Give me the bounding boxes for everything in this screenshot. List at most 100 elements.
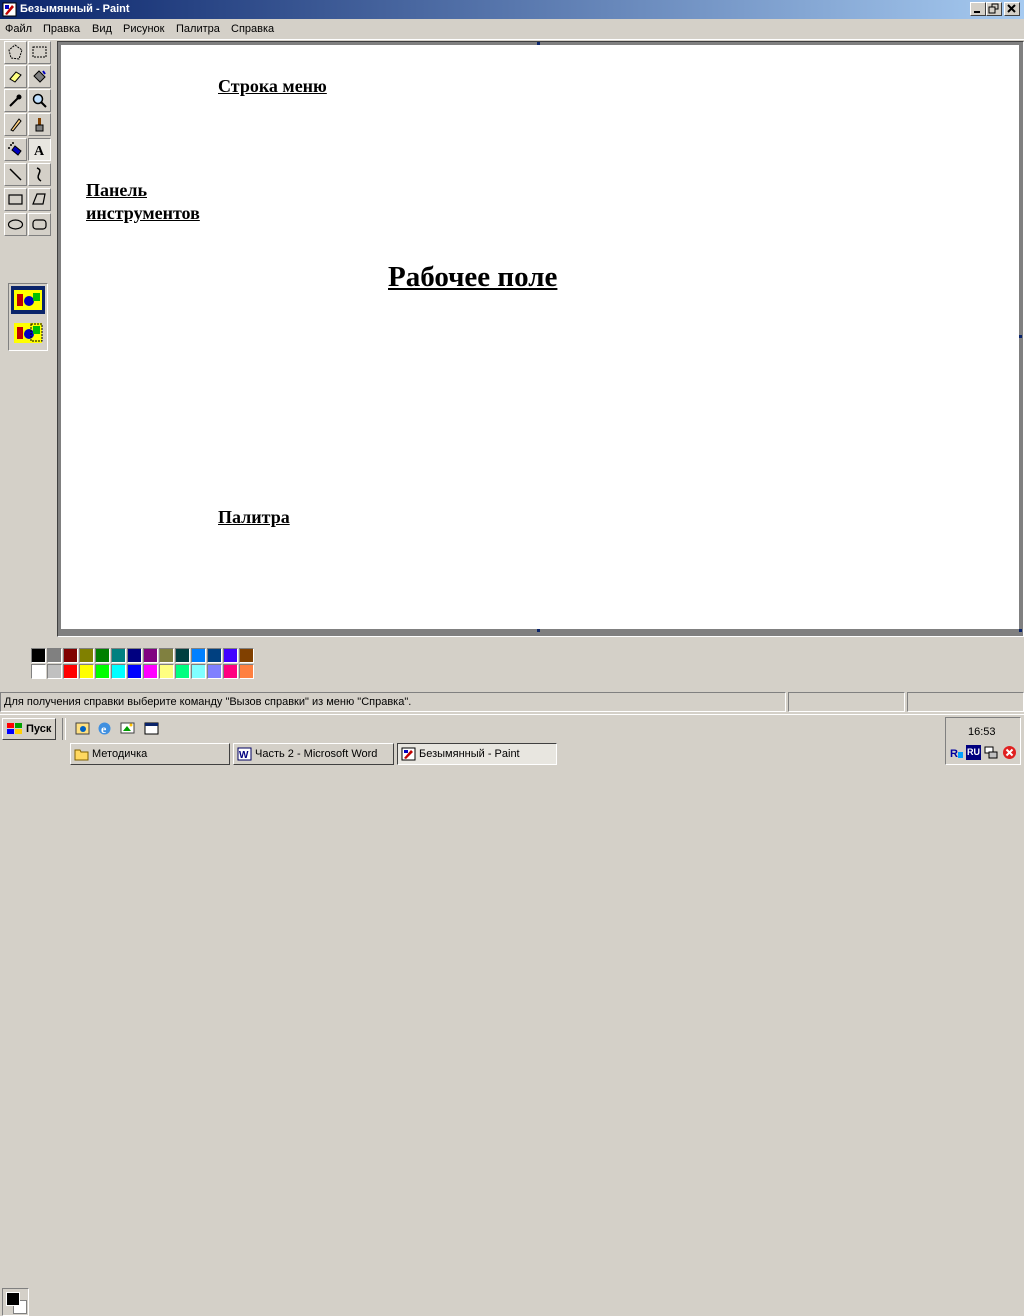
palette-swatch[interactable]: [143, 664, 158, 679]
menu-image[interactable]: Рисунок: [123, 23, 165, 35]
free-select-icon: [8, 44, 23, 60]
menu-palette[interactable]: Палитра: [176, 23, 220, 35]
quicklaunch-desktop-icon[interactable]: [119, 720, 136, 737]
menu-view[interactable]: Вид: [92, 23, 112, 35]
status-coords-cell: [788, 692, 905, 712]
palette-swatch[interactable]: [31, 648, 46, 663]
color-palette: [0, 640, 1024, 1316]
ellipse-icon: [7, 219, 24, 230]
palette-swatch[interactable]: [191, 664, 206, 679]
taskbar: Пуск e Методичка W Часть 2 - Microsoft W…: [0, 714, 1024, 768]
palette-swatch[interactable]: [127, 664, 142, 679]
rect-select-icon: [32, 46, 47, 58]
clock[interactable]: 16:53: [968, 726, 996, 738]
tool-rect-select[interactable]: [28, 41, 51, 64]
resize-handle-top: [537, 42, 540, 45]
palette-swatch[interactable]: [207, 648, 222, 663]
current-colors: [2, 1288, 29, 1316]
resize-handle-right[interactable]: [1019, 335, 1022, 338]
svg-text:A: A: [34, 144, 45, 158]
palette-swatch[interactable]: [127, 648, 142, 663]
annotation-toolbox-line2: инструментов: [86, 203, 200, 223]
paint-task-icon: [401, 747, 416, 761]
tool-pencil[interactable]: [4, 113, 27, 136]
minimize-button[interactable]: [970, 2, 986, 16]
svg-text:e: e: [101, 722, 107, 736]
tool-line[interactable]: [4, 163, 27, 186]
tool-fill[interactable]: [28, 65, 51, 88]
palette-swatch[interactable]: [79, 664, 94, 679]
task-metodichka[interactable]: Методичка: [70, 743, 230, 765]
tray-stop-icon[interactable]: [1002, 745, 1017, 760]
tool-eraser[interactable]: [4, 65, 27, 88]
tray-network-icon[interactable]: [984, 745, 999, 760]
minimize-icon: [974, 11, 980, 13]
tool-magnifier[interactable]: [28, 89, 51, 112]
tool-free-select[interactable]: [4, 41, 27, 64]
palette-swatch[interactable]: [223, 648, 238, 663]
palette-swatch[interactable]: [47, 648, 62, 663]
status-message: Для получения справки выберите команду "…: [4, 696, 412, 708]
palette-swatch[interactable]: [79, 648, 94, 663]
tool-ellipse[interactable]: [4, 213, 27, 236]
task-label: Методичка: [92, 748, 148, 760]
tool-airbrush[interactable]: [4, 138, 27, 161]
resize-handle-bottom[interactable]: [537, 629, 540, 632]
tool-text[interactable]: A: [28, 138, 51, 161]
palette-swatch[interactable]: [111, 664, 126, 679]
tray-keyboard-icon[interactable]: R: [949, 745, 964, 760]
palette-swatch[interactable]: [175, 664, 190, 679]
fill-bucket-icon: [33, 70, 46, 83]
palette-swatch[interactable]: [239, 648, 254, 663]
palette-swatch[interactable]: [239, 664, 254, 679]
palette-swatch[interactable]: [31, 664, 46, 679]
tool-color-picker[interactable]: [4, 89, 27, 112]
taskbar-separator: [62, 718, 66, 740]
palette-swatch[interactable]: [191, 648, 206, 663]
close-button[interactable]: [1004, 2, 1020, 16]
transparent-background-option[interactable]: [11, 319, 45, 347]
palette-swatch[interactable]: [111, 648, 126, 663]
quicklaunch-outlook-icon[interactable]: [74, 720, 91, 737]
drawing-canvas[interactable]: Строка меню Панель инструментов Рабочее …: [61, 45, 1019, 629]
status-bar: Для получения справки выберите команду "…: [0, 692, 1024, 712]
menu-file[interactable]: Файл: [5, 23, 32, 35]
toolbox: A: [0, 41, 56, 636]
palette-swatch[interactable]: [207, 664, 222, 679]
text-tool-icon: A: [34, 144, 45, 158]
palette-swatch[interactable]: [143, 648, 158, 663]
start-label: Пуск: [26, 723, 52, 735]
task-word[interactable]: W Часть 2 - Microsoft Word: [233, 743, 394, 765]
tool-rounded-rectangle[interactable]: [28, 213, 51, 236]
start-button[interactable]: Пуск: [2, 718, 56, 740]
resize-handle-corner[interactable]: [1019, 629, 1022, 632]
rectangle-icon: [8, 194, 23, 205]
palette-swatch[interactable]: [223, 664, 238, 679]
task-paint[interactable]: Безымянный - Paint: [397, 743, 557, 765]
word-document-icon: W: [237, 747, 252, 761]
menu-edit[interactable]: Правка: [43, 23, 80, 35]
tool-curve[interactable]: [28, 163, 51, 186]
palette-swatch[interactable]: [95, 664, 110, 679]
restore-button[interactable]: [986, 2, 1002, 16]
menu-help[interactable]: Справка: [231, 23, 274, 35]
tool-polygon[interactable]: [28, 188, 51, 211]
window-title: Безымянный - Paint: [20, 3, 130, 15]
quicklaunch-window-icon[interactable]: [143, 720, 160, 737]
pencil-icon: [10, 118, 22, 132]
palette-swatch[interactable]: [95, 648, 110, 663]
tool-brush[interactable]: [28, 113, 51, 136]
palette-swatch[interactable]: [63, 648, 78, 663]
restore-icon: [988, 3, 999, 14]
palette-swatch[interactable]: [159, 648, 174, 663]
task-label: Безымянный - Paint: [419, 748, 520, 760]
palette-swatch[interactable]: [63, 664, 78, 679]
palette-swatch[interactable]: [159, 664, 174, 679]
opaque-background-option[interactable]: [11, 286, 45, 314]
line-icon: [9, 168, 22, 181]
tool-rectangle[interactable]: [4, 188, 27, 211]
palette-swatch[interactable]: [47, 664, 62, 679]
palette-swatch[interactable]: [175, 648, 190, 663]
quicklaunch-ie-icon[interactable]: e: [96, 720, 113, 737]
language-indicator[interactable]: RU: [966, 745, 981, 760]
